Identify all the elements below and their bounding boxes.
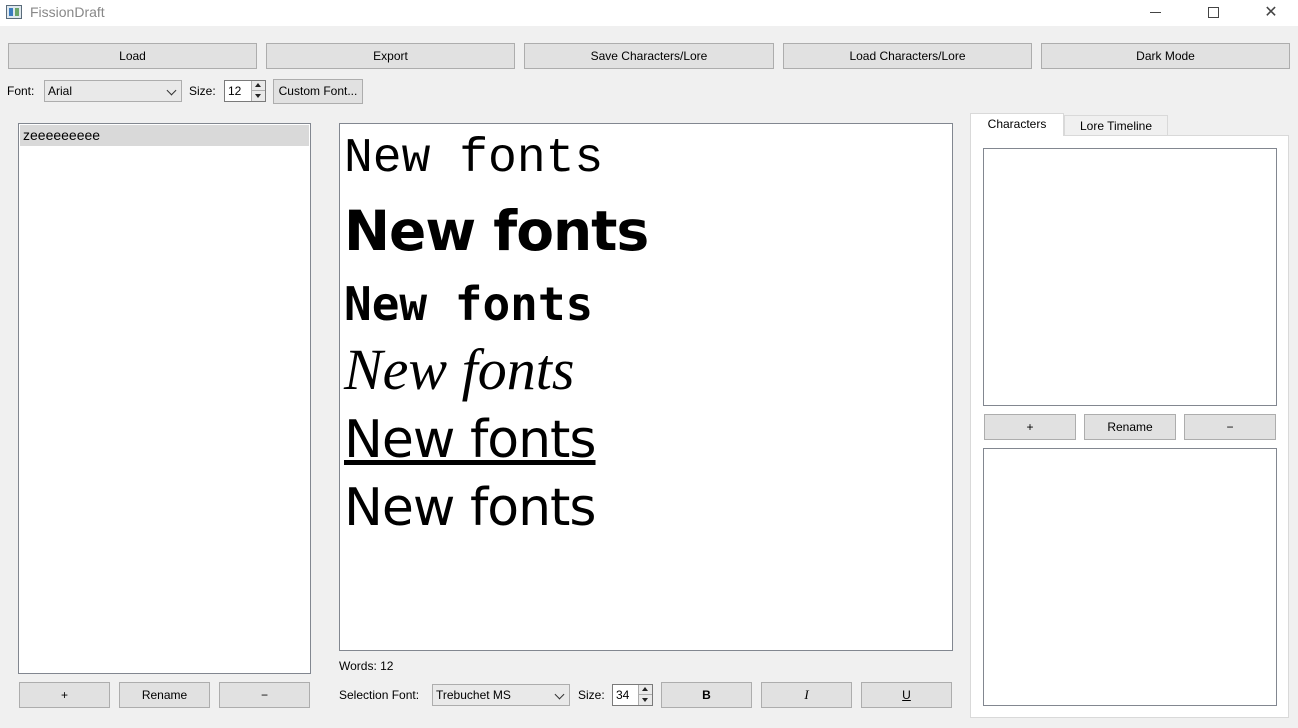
- tab-characters[interactable]: Characters: [970, 113, 1064, 136]
- export-button[interactable]: Export: [266, 43, 515, 69]
- spin-arrows: [638, 685, 652, 705]
- text-editor[interactable]: New fonts New fonts New fonts New fonts …: [339, 123, 953, 651]
- rename-chapter-button[interactable]: Rename: [119, 682, 210, 708]
- spin-arrows: [251, 81, 265, 101]
- editor-line: New fonts: [344, 277, 594, 331]
- app-icon: [6, 5, 22, 19]
- spin-down-icon[interactable]: [639, 695, 652, 705]
- load-characters-lore-button[interactable]: Load Characters/Lore: [783, 43, 1032, 69]
- dark-mode-button[interactable]: Dark Mode: [1041, 43, 1290, 69]
- selection-font-select[interactable]: Trebuchet MS: [432, 684, 570, 706]
- chevron-down-icon: [166, 85, 177, 96]
- character-list[interactable]: [983, 148, 1277, 406]
- remove-character-button[interactable]: −: [1184, 414, 1276, 440]
- close-icon: ✕: [1264, 2, 1278, 21]
- remove-chapter-button[interactable]: −: [219, 682, 310, 708]
- editor-line: New fonts: [344, 478, 597, 538]
- font-select[interactable]: Arial: [44, 80, 182, 102]
- spin-down-icon[interactable]: [252, 91, 265, 101]
- spin-up-icon[interactable]: [252, 81, 265, 91]
- add-chapter-button[interactable]: +: [19, 682, 110, 708]
- underline-button[interactable]: U: [861, 682, 952, 708]
- tab-lore-timeline[interactable]: Lore Timeline: [1064, 115, 1168, 136]
- selection-font-label: Selection Font:: [339, 688, 420, 702]
- custom-font-button[interactable]: Custom Font...: [273, 79, 363, 104]
- characters-tab-pane: + Rename −: [970, 135, 1289, 718]
- selection-font-value: Trebuchet MS: [436, 688, 511, 702]
- save-characters-lore-button[interactable]: Save Characters/Lore: [524, 43, 774, 69]
- selection-size-label: Size:: [578, 688, 605, 702]
- minimize-button[interactable]: [1126, 0, 1184, 26]
- add-character-button[interactable]: +: [984, 414, 1076, 440]
- size-label: Size:: [189, 84, 216, 98]
- chevron-down-icon: [554, 689, 565, 700]
- editor-line: New fonts: [344, 410, 597, 470]
- close-button[interactable]: ✕: [1242, 0, 1298, 26]
- maximize-button[interactable]: [1184, 0, 1242, 26]
- bold-button[interactable]: B: [661, 682, 752, 708]
- word-count: Words: 12: [339, 659, 394, 673]
- window-title: FissionDraft: [30, 4, 105, 20]
- main-window: FissionDraft ✕ Load Export Save Characte…: [0, 0, 1298, 728]
- list-item[interactable]: zeeeeeeeee: [20, 125, 309, 146]
- rename-character-button[interactable]: Rename: [1084, 414, 1176, 440]
- selection-size-value: 34: [616, 688, 630, 702]
- load-button[interactable]: Load: [8, 43, 257, 69]
- selection-size-spinbox[interactable]: 34: [612, 684, 653, 706]
- character-details[interactable]: [983, 448, 1277, 706]
- spin-up-icon[interactable]: [639, 685, 652, 695]
- font-label: Font:: [7, 84, 35, 98]
- italic-button[interactable]: I: [761, 682, 852, 708]
- font-size-value: 12: [228, 84, 242, 98]
- editor-line: New fonts: [344, 199, 649, 263]
- editor-line: New fonts: [344, 132, 604, 186]
- font-select-value: Arial: [48, 84, 73, 98]
- minimize-icon: [1149, 12, 1161, 13]
- chapter-list[interactable]: zeeeeeeeee: [18, 123, 311, 674]
- editor-line: New fonts: [344, 337, 575, 402]
- font-size-spinbox[interactable]: 12: [224, 80, 266, 102]
- maximize-icon: [1207, 7, 1219, 18]
- title-bar[interactable]: FissionDraft ✕: [0, 0, 1298, 26]
